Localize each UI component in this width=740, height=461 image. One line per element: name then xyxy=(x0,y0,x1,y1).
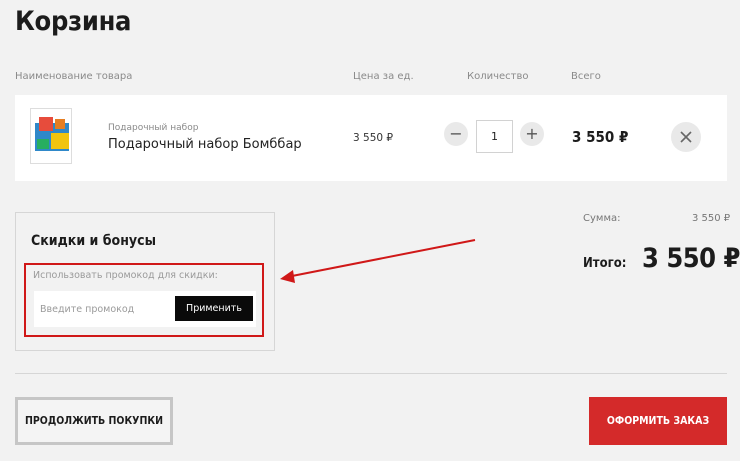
cart-item-row: Подарочный набор Подарочный набор Бомбба… xyxy=(15,95,727,181)
decrease-quantity-button[interactable]: − xyxy=(444,122,468,146)
promo-label: Использовать промокод для скидки: xyxy=(33,270,218,281)
product-category: Подарочный набор xyxy=(108,123,199,133)
product-thumbnail[interactable] xyxy=(30,108,72,164)
discount-title: Скидки и бонусы xyxy=(31,233,156,249)
promo-field: Применить xyxy=(34,291,256,327)
increase-quantity-button[interactable]: + xyxy=(520,122,544,146)
checkout-button[interactable]: ОФОРМИТЬ ЗАКАЗ xyxy=(589,397,727,445)
total-label: Итого: xyxy=(583,256,627,271)
total-value: 3 550 ₽ xyxy=(642,243,740,274)
item-total: 3 550 ₽ xyxy=(572,128,629,146)
column-header-name: Наименование товара xyxy=(15,71,133,82)
column-header-quantity: Количество xyxy=(467,71,529,82)
close-icon xyxy=(680,131,692,143)
apply-promo-button[interactable]: Применить xyxy=(175,296,253,321)
discount-panel: Скидки и бонусы Использовать промокод дл… xyxy=(15,212,275,351)
page-title: Корзина xyxy=(15,6,132,37)
sum-label: Сумма: xyxy=(583,213,621,224)
sum-value: 3 550 ₽ xyxy=(692,213,731,224)
unit-price: 3 550 ₽ xyxy=(353,132,394,144)
product-name-link[interactable]: Подарочный набор Бомббар xyxy=(108,137,302,152)
promo-code-input[interactable] xyxy=(40,300,170,318)
quantity-input[interactable] xyxy=(476,120,513,153)
continue-shopping-button[interactable]: ПРОДОЛЖИТЬ ПОКУПКИ xyxy=(15,397,173,445)
column-header-total: Всего xyxy=(571,71,601,82)
remove-item-button[interactable] xyxy=(671,122,701,152)
promo-highlight-frame: Использовать промокод для скидки: Примен… xyxy=(24,263,264,337)
column-header-price: Цена за ед. xyxy=(353,71,414,82)
divider xyxy=(15,373,727,374)
